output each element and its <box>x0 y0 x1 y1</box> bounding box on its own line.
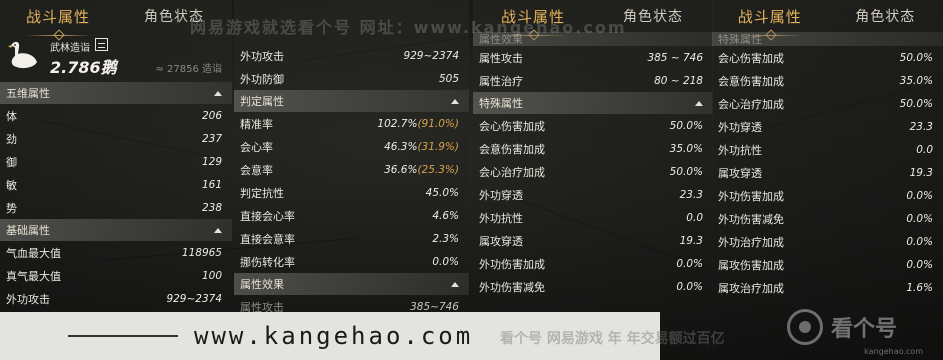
stat-row: 劲 237 <box>6 132 222 146</box>
stat-row: 外功伤害加成 0.0% <box>479 257 703 271</box>
stat-row: 属攻穿透 19.3 <box>479 234 703 248</box>
section-header-special[interactable]: 特殊属性 <box>473 92 713 114</box>
stat-row: 属攻治疗加成 1.6% <box>718 281 933 295</box>
collapse-arrow-icon[interactable] <box>214 90 222 96</box>
watermark-top-text: 网易游戏就选看个号 网址：www.kangehao.com <box>190 18 627 37</box>
stat-row: 气血最大值 118965 <box>6 246 222 260</box>
collapse-arrow-icon[interactable] <box>451 98 459 104</box>
rank-number: ≈ 27856 造诣 <box>155 64 222 75</box>
stat-row: 御 129 <box>6 155 222 169</box>
panel3-rows: 属性效果 属性攻击 385 ~ 746 属性治疗 80 ~ 218 特殊属性 会心伤… <box>473 32 713 298</box>
section-header-basic-attributes[interactable]: 基础属性 <box>0 219 232 241</box>
collapse-arrow-icon[interactable] <box>451 281 459 287</box>
stat-row: 直接会意率 2.3% <box>240 232 459 246</box>
stat-row: 属攻伤害加成 0.0% <box>718 258 933 272</box>
stat-row: 外功穿透 23.3 <box>479 188 703 202</box>
section-title: 属性效果 <box>240 278 284 291</box>
stat-row: 势 238 <box>6 201 222 215</box>
stat-row: 直接会心率 4.6% <box>240 209 459 223</box>
section-header-special[interactable]: 特殊属性 <box>712 32 943 46</box>
stat-row: 外功抗性 0.0 <box>718 143 933 157</box>
section-title: 五维属性 <box>6 87 50 100</box>
stat-row: 外功防御 505 <box>240 72 459 86</box>
panel2-rows: 外功攻击 929~2374 外功防御 505 判定属性 精准率 102.7%(91.0… <box>234 44 469 318</box>
stat-row: 外功伤害加成 0.0% <box>718 189 933 203</box>
stat-row: 会心伤害加成 50.0% <box>718 51 933 65</box>
stat-row: 属性治疗 80 ~ 218 <box>479 74 703 88</box>
stat-row: 精准率 102.7%(91.0%) <box>240 117 459 131</box>
stat-row: 敏 161 <box>6 178 222 192</box>
stat-row: 真气最大值 100 <box>6 269 222 283</box>
stats-panel-4: 战斗属性 角色状态 特殊属性 会心伤害加成 50.0% 会意伤害加成 35.0% 会… <box>712 0 943 360</box>
rank-list-icon[interactable] <box>95 38 108 51</box>
tab-combat-attributes[interactable]: 战斗属性 <box>712 6 828 36</box>
stat-row: 外功攻击 929~2374 <box>240 49 459 63</box>
stat-row: 外功伤害减免 0.0% <box>479 280 703 294</box>
stat-row: 体 206 <box>6 109 222 123</box>
logo-subtext: kangehao.com <box>864 347 923 356</box>
stat-row: 会意伤害加成 35.0% <box>479 142 703 156</box>
stat-row: 外功抗性 0.0 <box>479 211 703 225</box>
banner-divider <box>68 335 178 337</box>
stat-row: 属攻穿透 19.3 <box>718 166 933 180</box>
stat-row: 会意伤害加成 35.0% <box>718 74 933 88</box>
url-banner: www.kangehao.com 看个号 网易游戏 年 年交易额过百亿 <box>0 312 725 360</box>
rank-score: 2.786鹅 <box>50 58 117 77</box>
goose-avatar-icon <box>8 41 37 69</box>
section-title: 判定属性 <box>240 95 284 108</box>
stat-row: 挪伤转化率 0.0% <box>240 255 459 269</box>
profile-block: 武林造诣 2.786鹅 ≈ 27856 造诣 <box>0 36 232 86</box>
banner-ghost-text: 看个号 网易游戏 年 年交易额过百亿 <box>500 331 725 347</box>
eye-logo-icon <box>787 309 823 345</box>
section-title: 特殊属性 <box>479 97 523 110</box>
stat-row: 外功穿透 23.3 <box>718 120 933 134</box>
rank-label: 武林造诣 <box>50 43 90 54</box>
stat-row: 外功治疗加成 0.0% <box>718 235 933 249</box>
stat-row: 会心伤害加成 50.0% <box>479 119 703 133</box>
tab-character-status[interactable]: 角色状态 <box>828 6 943 26</box>
banner-url: www.kangehao.com <box>194 322 474 350</box>
logo-text: 看个号 <box>831 317 898 342</box>
panel4-rows: 特殊属性 会心伤害加成 50.0% 会意伤害加成 35.0% 会心治疗加成 50.0%… <box>712 32 943 299</box>
stat-row: 属性攻击 385 ~ 746 <box>479 51 703 65</box>
section-header-judgement[interactable]: 判定属性 <box>234 90 469 112</box>
stat-row: 判定抗性 45.0% <box>240 186 459 200</box>
section-header-five-dimensions[interactable]: 五维属性 <box>0 82 232 104</box>
stats-panel-3: 战斗属性 角色状态 属性效果 属性攻击 385 ~ 746 属性治疗 80 ~ 21… <box>473 0 713 360</box>
tab-combat-attributes[interactable]: 战斗属性 <box>0 6 116 36</box>
section-header-attribute-effects[interactable]: 属性效果 <box>234 273 469 295</box>
game-screen: 战斗属性 角色状态 武林造诣 2.786鹅 ≈ 27856 造诣 五维属性 体2… <box>0 0 943 360</box>
stat-row: 会心率 46.3%(31.9%) <box>240 140 459 154</box>
collapse-arrow-icon[interactable] <box>214 227 222 233</box>
panel1-rows: 五维属性 体 206 劲 237 御 129 敏 161 势 238 基础属性 气血最大值… <box>0 82 232 310</box>
stat-row: 会心治疗加成 50.0% <box>479 165 703 179</box>
watermark-logo: 看个号 <box>787 304 937 350</box>
stats-panel-1: 战斗属性 角色状态 武林造诣 2.786鹅 ≈ 27856 造诣 五维属性 体2… <box>0 0 232 360</box>
section-title: 基础属性 <box>6 224 50 237</box>
stats-panel-2: 外功攻击 929~2374 外功防御 505 判定属性 精准率 102.7%(91.0… <box>234 0 469 360</box>
section-title: 特殊属性 <box>718 33 762 46</box>
tab-bar: 战斗属性 角色状态 <box>712 0 943 36</box>
stat-row: 外功攻击 929~2374 <box>6 292 222 306</box>
stat-row: 外功伤害减免 0.0% <box>718 212 933 226</box>
stat-row: 会意率 36.6%(25.3%) <box>240 163 459 177</box>
collapse-arrow-icon[interactable] <box>695 100 703 106</box>
stat-row: 会心治疗加成 50.0% <box>718 97 933 111</box>
